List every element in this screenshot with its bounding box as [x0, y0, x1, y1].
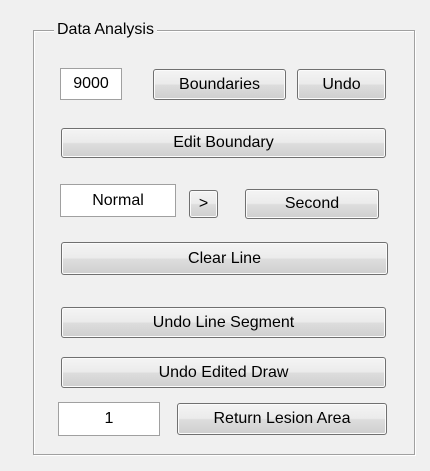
- undo-button[interactable]: Undo: [297, 69, 386, 100]
- clear-line-button[interactable]: Clear Line: [61, 242, 388, 275]
- lesion-count-field[interactable]: 1: [58, 402, 160, 436]
- panel-title: Data Analysis: [54, 20, 157, 40]
- second-button[interactable]: Second: [245, 189, 379, 219]
- undo-edited-draw-button[interactable]: Undo Edited Draw: [61, 357, 386, 388]
- threshold-value-field[interactable]: 9000: [60, 68, 122, 100]
- edit-boundary-button[interactable]: Edit Boundary: [61, 128, 386, 158]
- boundaries-button[interactable]: Boundaries: [153, 69, 286, 100]
- next-mode-button[interactable]: >: [189, 190, 218, 218]
- undo-line-segment-button[interactable]: Undo Line Segment: [61, 307, 386, 338]
- mode-field[interactable]: Normal: [60, 184, 176, 217]
- return-lesion-area-button[interactable]: Return Lesion Area: [177, 403, 387, 435]
